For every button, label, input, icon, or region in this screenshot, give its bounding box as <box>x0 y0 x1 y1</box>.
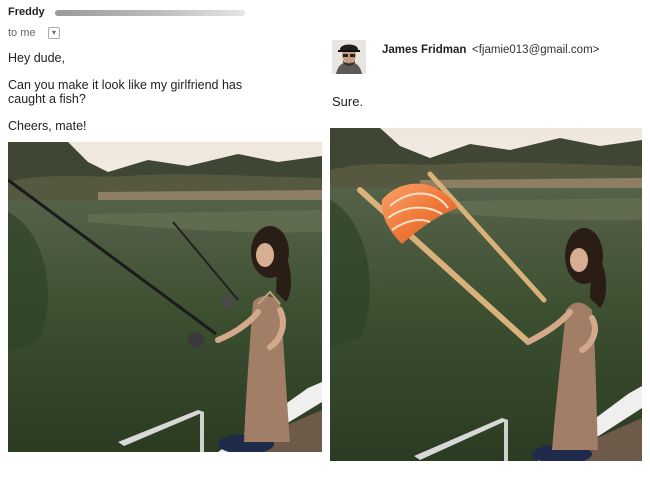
user-avatar-icon <box>332 40 366 74</box>
reply-sender-email: <fjamie013@gmail.com> <box>472 44 600 56</box>
sender-name: Freddy <box>8 6 45 18</box>
message-signoff: Cheers, mate! <box>8 119 87 133</box>
reply-text: Sure. <box>332 94 364 109</box>
redacted-email-bar <box>55 10 245 16</box>
chevron-down-icon[interactable]: ▾ <box>48 27 60 39</box>
edited-photo <box>330 128 642 461</box>
recipient-line: to me <box>8 27 36 39</box>
message-body: Can you make it look like my girlfriend … <box>8 78 243 106</box>
reply-sender-name: James Fridman <box>382 44 467 56</box>
original-photo <box>8 142 322 452</box>
message-greeting: Hey dude, <box>8 51 65 65</box>
